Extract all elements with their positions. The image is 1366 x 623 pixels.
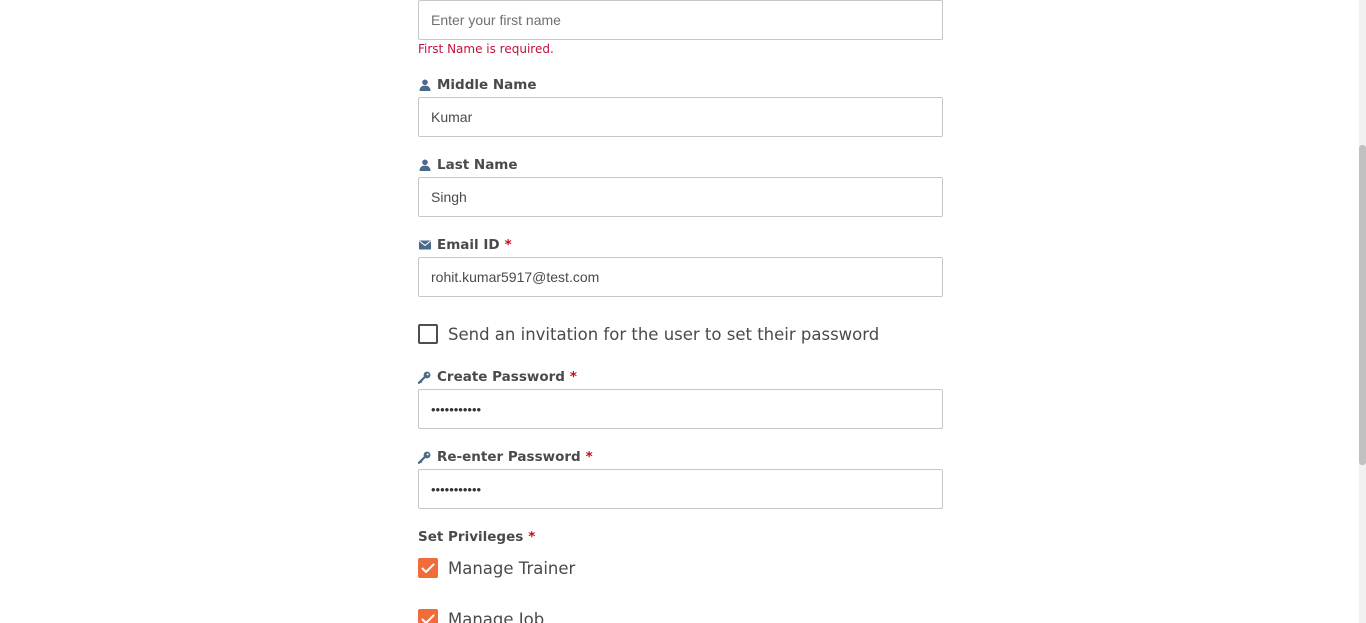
privilege-manage-job-row[interactable]: Manage Job [418,608,544,623]
scrollbar-track[interactable] [1359,0,1366,623]
invite-checkbox[interactable] [418,324,438,344]
first-name-input[interactable] [418,0,943,40]
create-password-label-text: Create Password [437,369,565,385]
create-password-label: Create Password * [418,368,577,386]
manage-trainer-label: Manage Trainer [448,558,576,578]
required-marker: * [504,237,512,253]
page: First Name is required. Middle Name Last… [0,0,1366,623]
invite-checkbox-row[interactable]: Send an invitation for the user to set t… [418,323,879,345]
invite-checkbox-label: Send an invitation for the user to set t… [448,324,880,344]
last-name-input[interactable] [418,177,943,217]
last-name-label-text: Last Name [437,157,518,173]
reenter-password-label-text: Re-enter Password [437,449,581,465]
last-name-label: Last Name [418,156,518,174]
privileges-label-text: Set Privileges [418,529,524,545]
middle-name-label: Middle Name [418,76,537,94]
first-name-error: First Name is required. [418,42,554,56]
user-icon [418,159,431,172]
reenter-password-input[interactable] [418,469,943,509]
privilege-manage-trainer-row[interactable]: Manage Trainer [418,557,575,579]
email-label-text: Email ID [437,237,500,253]
required-marker: * [585,449,593,465]
key-icon [418,451,431,464]
user-icon [418,79,431,92]
required-marker: * [528,529,536,545]
reenter-password-label: Re-enter Password * [418,448,593,466]
create-password-input[interactable] [418,389,943,429]
email-label: Email ID * [418,236,512,254]
middle-name-label-text: Middle Name [437,77,537,93]
key-icon [418,371,431,384]
manage-job-label: Manage Job [448,609,545,623]
manage-trainer-checkbox[interactable] [418,558,438,578]
check-icon [421,563,435,573]
required-marker: * [569,369,577,385]
envelope-icon [418,239,431,252]
check-icon [421,614,435,623]
manage-job-checkbox[interactable] [418,609,438,623]
scrollbar-thumb[interactable] [1359,145,1366,465]
privileges-label: Set Privileges * [418,528,535,546]
middle-name-input[interactable] [418,97,943,137]
email-input[interactable] [418,257,943,297]
